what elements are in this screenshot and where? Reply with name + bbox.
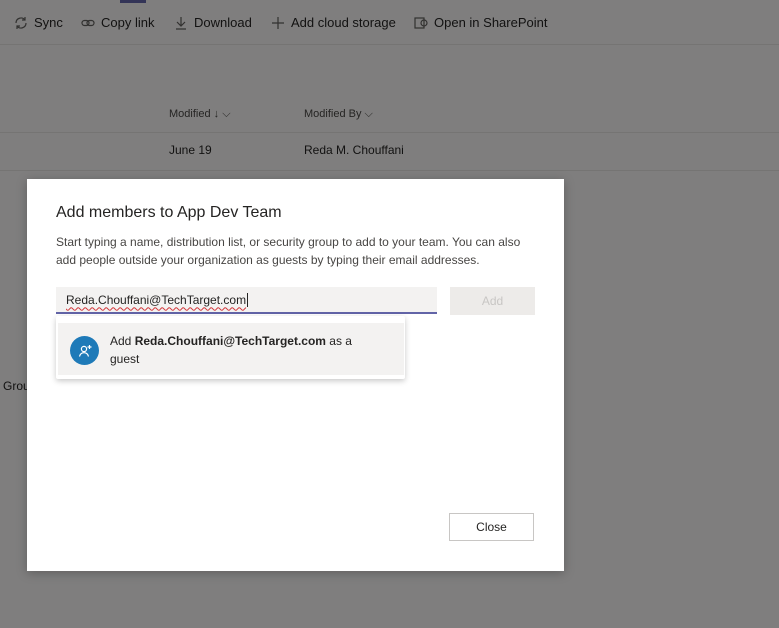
- add-members-dialog: Add members to App Dev Team Start typing…: [27, 179, 564, 571]
- suggestion-dropdown: Add Reda.Chouffani@TechTarget.com as a g…: [56, 316, 405, 379]
- suggestion-text: Add Reda.Chouffani@TechTarget.com as a g…: [110, 332, 380, 368]
- member-search-value: Reda.Chouffani@TechTarget.com: [66, 292, 247, 307]
- suggestion-email: Reda.Chouffani@TechTarget.com: [134, 334, 326, 348]
- text-caret: [247, 292, 249, 307]
- add-guest-suggestion[interactable]: Add Reda.Chouffani@TechTarget.com as a g…: [58, 323, 404, 375]
- add-guest-icon: [70, 336, 99, 365]
- member-search-input[interactable]: Reda.Chouffani@TechTarget.com: [56, 287, 437, 314]
- dialog-title: Add members to App Dev Team: [56, 204, 282, 221]
- add-button[interactable]: Add: [450, 287, 535, 315]
- dialog-description: Start typing a name, distribution list, …: [56, 235, 521, 267]
- suggestion-prefix: Add: [110, 334, 135, 348]
- close-button[interactable]: Close: [449, 513, 534, 541]
